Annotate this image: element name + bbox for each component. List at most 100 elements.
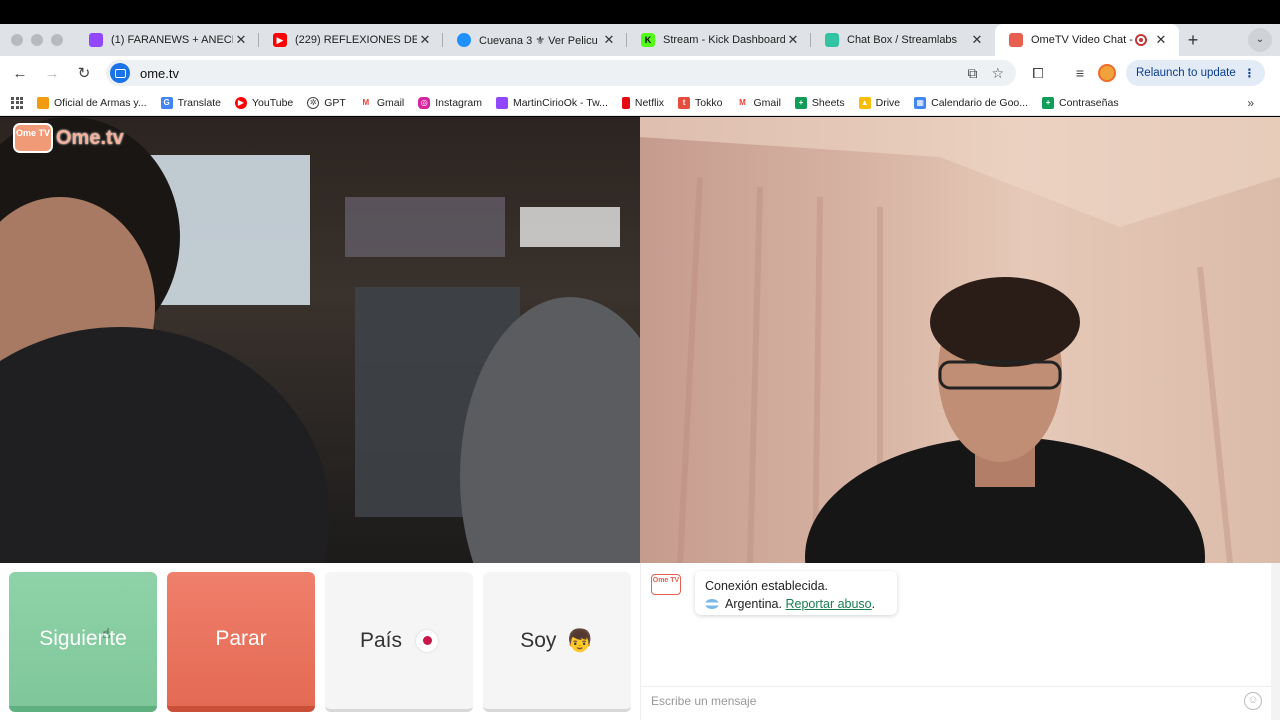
new-tab-button[interactable]: + [1179, 30, 1207, 51]
tab-strip: (1) FARANEWS + ANECD ✕ ▶ (229) REFLEXION… [0, 24, 1280, 56]
gmail-icon: M [736, 96, 749, 109]
bookmark-sheets[interactable]: + Sheets [794, 96, 845, 109]
tab-streamlabs[interactable]: Chat Box / Streamlabs ✕ [811, 24, 995, 56]
close-window-button[interactable] [11, 34, 23, 46]
bookmark-translate[interactable]: G Translate [160, 96, 221, 109]
next-button[interactable]: Siguiente [9, 572, 157, 712]
bookmark-star-icon[interactable]: ☆ [991, 65, 1004, 82]
stop-label: Parar [215, 627, 267, 650]
site-info-icon[interactable] [110, 63, 130, 83]
report-abuse-link[interactable]: Reportar abuso [785, 597, 871, 611]
bookmark-armas[interactable]: Oficial de Armas y... [37, 96, 147, 109]
forward-button[interactable]: → [36, 65, 68, 82]
openai-icon: ✲ [307, 96, 320, 109]
remote-video-scene [640, 117, 1280, 563]
address-bar[interactable]: ome.tv ⧉ ☆ [106, 60, 1016, 86]
kebab-menu-icon: ⋮ [1243, 68, 1256, 80]
back-button[interactable]: ← [4, 65, 36, 82]
page-scrollbar[interactable] [1271, 563, 1280, 720]
report-suffix: . [871, 597, 876, 611]
bookmark-passwords[interactable]: + Contraseñas [1042, 96, 1119, 109]
youtube-icon: ▶ [234, 96, 247, 109]
screen-top-bar [0, 0, 1280, 24]
bookmark-twitch[interactable]: MartinCirioOk - Tw... [495, 96, 608, 109]
bookmark-calendar[interactable]: ▦ Calendario de Goo... [914, 96, 1028, 109]
connection-status: Conexión establecida. [705, 579, 828, 593]
extensions-icon[interactable]: ⧠ [1026, 65, 1050, 82]
close-icon[interactable]: ✕ [969, 32, 985, 48]
bookmark-gmail[interactable]: M Gmail [359, 96, 404, 109]
bookmark-label: Translate [177, 96, 221, 109]
tab-title: Stream - Kick Dashboard [663, 34, 785, 46]
close-icon[interactable]: ✕ [417, 32, 433, 48]
bookmark-youtube[interactable]: ▶ YouTube [234, 96, 293, 109]
kick-icon: K [641, 33, 655, 47]
tokko-icon: t [678, 96, 691, 109]
local-video-scene [0, 117, 640, 563]
tab-reflexiones[interactable]: ▶ (229) REFLEXIONES DE ✕ [259, 24, 443, 56]
bookmark-drive[interactable]: ▲ Drive [858, 96, 901, 109]
message-input[interactable]: Escribe un mensaje ☺ [641, 686, 1272, 714]
emoji-icon[interactable]: ☺ [1244, 691, 1262, 710]
gmail-icon: M [359, 96, 372, 109]
more-bookmarks-icon[interactable]: » [1247, 96, 1254, 110]
argentina-flag-icon [705, 599, 719, 609]
bookmark-tokko[interactable]: t Tokko [678, 96, 723, 109]
next-label: Siguiente [39, 627, 127, 650]
profile-avatar[interactable] [1098, 64, 1116, 82]
bookmark-label: Instagram [435, 96, 482, 109]
relaunch-label: Relaunch to update [1136, 67, 1236, 79]
ometv-bookmark-icon [37, 96, 49, 109]
partner-country-line: Argentina. Reportar abuso. [705, 595, 887, 613]
close-icon[interactable]: ✕ [233, 32, 249, 48]
chat-panel: Ome TV Conexión establecida. Argentina. … [640, 563, 1272, 720]
tab-cuevana[interactable]: Cuevana 3 ⚜ Ver Pelicu ✕ [443, 24, 627, 56]
bookmark-gpt[interactable]: ✲ GPT [307, 96, 346, 109]
reload-button[interactable]: ↻ [68, 64, 100, 82]
omnibox-actions: ⧉ ☆ [967, 65, 1004, 82]
bookmark-gmail-2[interactable]: M Gmail [736, 96, 781, 109]
tab-search-button[interactable]: ⌄ [1248, 28, 1272, 52]
bookmark-label: Oficial de Armas y... [54, 96, 147, 109]
ometv-chat-icon: Ome TV [651, 574, 681, 595]
cast-icon[interactable]: ⧉ [967, 65, 977, 82]
tab-title: (229) REFLEXIONES DE [295, 34, 417, 46]
gender-button[interactable]: Soy 👦 [483, 572, 631, 712]
country-button[interactable]: País [325, 572, 473, 712]
browser-toolbar: ← → ↻ ome.tv ⧉ ☆ ⧠ ≡ Relaunch to update … [0, 56, 1280, 90]
tab-title: OmeTV Video Chat - [1031, 34, 1133, 46]
bookmark-label: GPT [324, 96, 346, 109]
close-icon[interactable]: ✕ [601, 32, 617, 48]
drive-icon: ▲ [858, 96, 871, 109]
cuevana-icon [457, 33, 471, 47]
streamlabs-icon [825, 33, 839, 47]
translate-icon: G [160, 96, 173, 109]
tab-kick-dashboard[interactable]: K Stream - Kick Dashboard ✕ [627, 24, 811, 56]
close-icon[interactable]: ✕ [1153, 32, 1169, 48]
tab-title: (1) FARANEWS + ANECD [111, 34, 233, 46]
passwords-icon: + [1042, 96, 1055, 109]
ometv-logo-text: Ome.tv [56, 126, 124, 149]
bookmark-label: Netflix [634, 96, 665, 109]
bookmark-label: Sheets [811, 96, 845, 109]
bookmark-label: Drive [875, 96, 901, 109]
bookmark-netflix[interactable]: Netflix [621, 96, 665, 109]
bookmark-instagram[interactable]: ◎ Instagram [418, 96, 482, 109]
partner-country: Argentina. [725, 597, 782, 611]
bookmark-label: Tokko [695, 96, 723, 109]
zoom-window-button[interactable] [51, 34, 63, 46]
media-controls-icon[interactable]: ≡ [1068, 65, 1092, 81]
apps-grid-icon[interactable] [11, 96, 23, 109]
system-message: Conexión establecida. Argentina. Reporta… [695, 571, 897, 615]
ometv-logo: Ome TV Ome.tv [13, 123, 124, 153]
relaunch-button[interactable]: Relaunch to update ⋮ [1126, 60, 1266, 86]
bookmark-label: Contraseñas [1059, 96, 1119, 109]
tab-ometv[interactable]: OmeTV Video Chat - ✕ [995, 24, 1179, 56]
close-icon[interactable]: ✕ [785, 32, 801, 48]
minimize-window-button[interactable] [31, 34, 43, 46]
boy-icon: 👦 [566, 627, 594, 653]
remote-video [640, 117, 1280, 563]
tab-faranews[interactable]: (1) FARANEWS + ANECD ✕ [75, 24, 259, 56]
controls-area: Siguiente Parar País Soy 👦 Ome TV Conexi… [0, 563, 1280, 720]
stop-button[interactable]: Parar [167, 572, 315, 712]
